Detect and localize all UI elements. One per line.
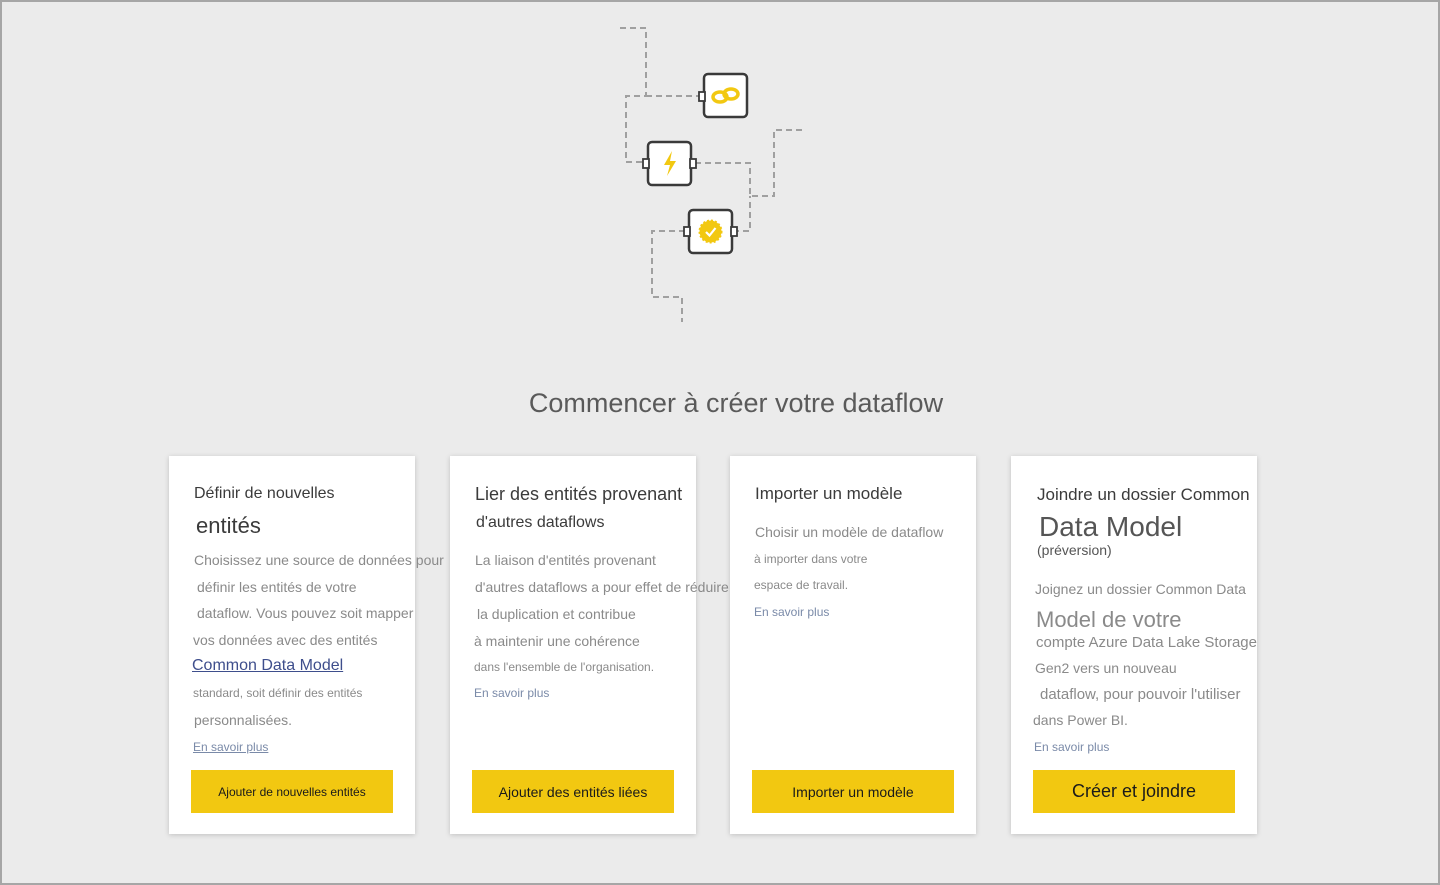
- card-description-line: espace de travail.: [754, 578, 849, 592]
- learn-more-link[interactable]: En savoir plus: [474, 686, 549, 700]
- dataflow-illustration: [620, 27, 802, 322]
- card-description-line: dans l'ensemble de l'organisation.: [474, 660, 655, 674]
- create-and-attach-button[interactable]: Créer et joindre: [1033, 770, 1235, 813]
- common-data-model-link[interactable]: Common Data Model: [192, 657, 343, 675]
- card-description-line: dataflow, pour pouvoir l'utiliser: [1040, 686, 1241, 703]
- card-description-line: compte Azure Data Lake Storage: [1036, 634, 1257, 651]
- card-description-line: à maintenir une cohérence: [474, 633, 640, 649]
- card-description-line: Model de votre: [1036, 607, 1182, 632]
- learn-more-link[interactable]: En savoir plus: [1034, 740, 1109, 754]
- card-title-line: Data Model: [1039, 511, 1183, 542]
- add-linked-entities-button[interactable]: Ajouter des entités liées: [472, 770, 674, 813]
- card-description-line: définir les entités de votre: [197, 579, 357, 595]
- card-description-line: vos données avec des entités: [193, 632, 378, 648]
- main-frame: Commencer à créer votre dataflow Définir…: [0, 0, 1440, 885]
- card-title-line: d'autres dataflows: [476, 514, 605, 531]
- learn-more-link[interactable]: En savoir plus: [754, 605, 829, 619]
- card-description-line: Choisissez une source de données pour: [194, 552, 444, 568]
- card-description-line: La liaison d'entités provenant: [475, 552, 656, 568]
- card-description-line: dataflow. Vous pouvez soit mapper: [197, 605, 414, 621]
- card-description-line: d'autres dataflows a pour effet de rédui…: [475, 579, 729, 595]
- card-attach-cdm-folder: Joindre un dossier Common Data Model (pr…: [1011, 456, 1257, 834]
- card-title-line: Définir de nouvelles: [194, 485, 335, 502]
- import-model-button[interactable]: Importer un modèle: [752, 770, 954, 813]
- card-import-model: Importer un modèle Choisir un modèle de …: [730, 456, 976, 834]
- preview-label: (préversion): [1037, 542, 1112, 558]
- card-title-line: Lier des entités provenant: [475, 484, 683, 504]
- card-description-line: dans Power BI.: [1033, 712, 1128, 728]
- card-title-line: Importer un modèle: [755, 484, 903, 503]
- card-description-line: Choisir un modèle de dataflow: [755, 524, 944, 540]
- learn-more-link[interactable]: En savoir plus: [193, 740, 268, 754]
- card-description-line: standard, soit définir des entités: [193, 686, 363, 700]
- card-title-line: entités: [196, 513, 261, 538]
- check-badge-icon: [683, 208, 738, 255]
- card-description-line: Joignez un dossier Common Data: [1035, 581, 1246, 597]
- card-description-line: personnalisées.: [194, 712, 293, 728]
- link-icon: [698, 72, 749, 119]
- card-title-line: Joindre un dossier Common: [1037, 485, 1250, 504]
- card-description-line: Gen2 vers un nouveau: [1035, 660, 1177, 676]
- card-description-line: la duplication et contribue: [477, 606, 636, 622]
- card-linked-entities: Lier des entités provenant d'autres data…: [450, 456, 729, 834]
- page-title: Commencer à créer votre dataflow: [528, 388, 944, 418]
- add-new-entities-button[interactable]: Ajouter de nouvelles entités: [191, 770, 393, 813]
- lightning-icon: [642, 140, 697, 187]
- card-new-entities: Définir de nouvelles entités Choisissez …: [169, 456, 444, 834]
- card-description-line: à importer dans votre: [754, 552, 868, 566]
